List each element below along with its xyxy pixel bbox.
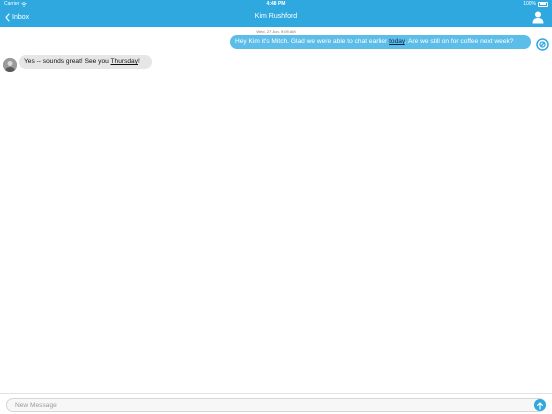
message-composer bbox=[0, 393, 552, 414]
status-bar: Carrier 4:48 PM 100% bbox=[0, 0, 552, 8]
battery-info: 100% bbox=[523, 1, 548, 7]
person-icon bbox=[532, 11, 544, 24]
battery-percent: 100% bbox=[523, 1, 536, 7]
navigation-bar: Inbox Kim Rushford bbox=[0, 8, 552, 27]
battery-icon bbox=[538, 1, 548, 7]
arrow-up-icon bbox=[536, 402, 544, 410]
person-photo-icon bbox=[3, 58, 17, 72]
message-text: . Are we still on for coffee next week? bbox=[404, 38, 514, 45]
date-link[interactable]: Thursday bbox=[111, 58, 139, 65]
message-timestamp: Wed, 27 Jun, 9:09 AM bbox=[256, 29, 296, 34]
new-message-input[interactable] bbox=[6, 398, 546, 412]
incoming-message-bubble: Yes -- sounds great! See you Thursday! bbox=[19, 55, 152, 69]
contact-profile-button[interactable] bbox=[532, 11, 544, 24]
message-text: Hey Kim it's Mitch. Glad we were able to… bbox=[235, 38, 390, 45]
send-button[interactable] bbox=[534, 399, 546, 411]
circle-slash-icon bbox=[536, 38, 549, 51]
contact-avatar[interactable] bbox=[3, 58, 17, 72]
message-text: ! bbox=[138, 58, 140, 65]
date-link[interactable]: today bbox=[389, 38, 405, 45]
conversation-title: Kim Rushford bbox=[254, 13, 298, 20]
message-text: Yes -- sounds great! See you bbox=[24, 58, 111, 65]
message-status-indicator bbox=[536, 38, 549, 51]
outgoing-message-bubble: Hey Kim it's Mitch. Glad we were able to… bbox=[230, 35, 531, 49]
status-time: 4:48 PM bbox=[266, 1, 286, 7]
